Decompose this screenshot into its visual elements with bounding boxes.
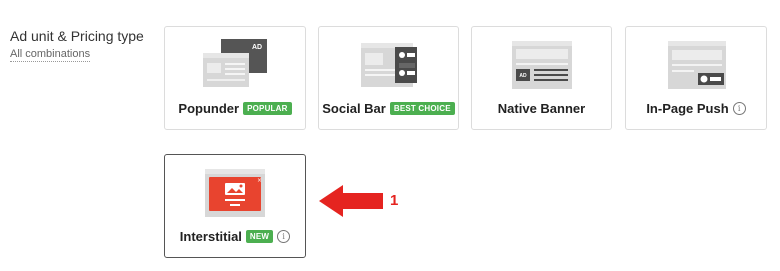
ad-unit-card-in-page-push[interactable]: In-Page Push i: [625, 26, 767, 130]
section-title: Ad unit & Pricing type: [10, 28, 144, 44]
card-label-in-page-push: In-Page Push i: [626, 101, 766, 116]
interstitial-icon: ×: [205, 169, 265, 217]
popular-badge: POPULAR: [243, 102, 292, 116]
ad-unit-card-popunder[interactable]: AD Popunder POPULAR: [164, 26, 306, 130]
ad-unit-card-native-banner[interactable]: AD Native Banner: [471, 26, 612, 130]
card-label-native-banner: Native Banner: [497, 101, 586, 116]
info-icon[interactable]: i: [277, 230, 291, 244]
svg-text:×: ×: [257, 177, 262, 184]
card-label-social-bar: Social Bar BEST CHOICE: [319, 101, 458, 116]
in-page-push-icon: [668, 41, 726, 89]
best-choice-badge: BEST CHOICE: [389, 102, 455, 116]
red-arrow-icon: [319, 185, 383, 217]
native-banner-icon: AD: [511, 41, 572, 89]
popunder-icon: AD: [203, 39, 267, 87]
new-badge: NEW: [245, 230, 274, 244]
card-label-popunder: Popunder POPULAR: [165, 101, 305, 116]
ad-unit-card-social-bar[interactable]: Social Bar BEST CHOICE: [318, 26, 459, 130]
card-label-interstitial: Interstitial NEW i: [165, 229, 305, 244]
ad-text: AD: [252, 44, 262, 51]
social-bar-icon: [360, 43, 417, 87]
svg-text:AD: AD: [519, 73, 527, 79]
info-icon[interactable]: i: [732, 102, 746, 116]
annotation-number: 1: [390, 192, 399, 209]
all-combinations-link[interactable]: All combinations: [10, 48, 91, 62]
ad-unit-card-interstitial[interactable]: × Interstitial NEW i: [164, 154, 306, 258]
